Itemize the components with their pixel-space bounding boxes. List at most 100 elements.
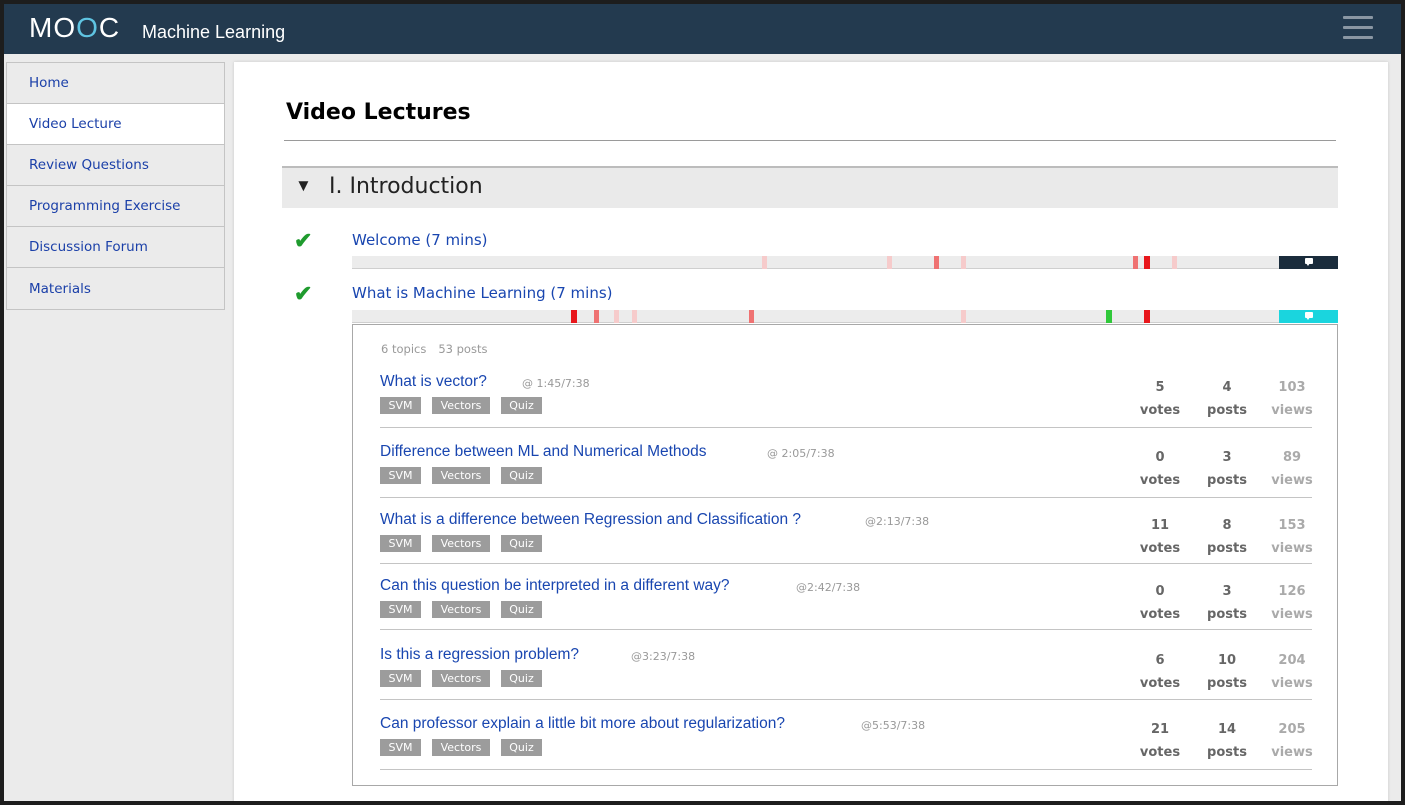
page-title: Video Lectures [286,100,471,125]
forum-stats: 6 topics 53 posts [381,342,499,356]
topic-row: Difference between ML and Numerical Meth… [380,443,1313,498]
app-window: MOOC Machine Learning Home Video Lecture… [4,4,1401,801]
votes-stat: 0 votes [1139,584,1181,622]
logo-letter-m: M [29,12,54,43]
tag-list: SVM Vectors Quiz [380,535,553,552]
tag-quiz[interactable]: Quiz [501,601,542,618]
logo-letter-c: C [98,12,121,43]
timeline-marker[interactable] [1144,310,1150,323]
sidebar-item-programming-exercise[interactable]: Programming Exercise [7,186,224,227]
lecture-link-what-is-ml[interactable]: What is Machine Learning (7 mins) [352,284,613,302]
tag-quiz[interactable]: Quiz [501,467,542,484]
topic-title[interactable]: What is a difference between Regression … [380,511,801,529]
timeline-marker[interactable] [1106,310,1112,323]
topic-timestamp: @5:53/7:38 [861,719,926,732]
posts-stat: 14 posts [1207,722,1247,760]
tag-vectors[interactable]: Vectors [432,670,490,687]
votes-stat: 5 votes [1139,380,1181,418]
tag-svm[interactable]: SVM [380,601,421,618]
sidebar-item-home[interactable]: Home [7,63,224,104]
timeline-marker[interactable] [1144,256,1150,269]
mooc-logo[interactable]: MOOC [29,12,120,44]
topics-count: 6 topics [381,342,427,356]
posts-stat: 3 posts [1207,584,1247,622]
posts-stat: 3 posts [1207,450,1247,488]
main-content: Video Lectures ▼ I. Introduction ✔ Welco… [234,62,1388,801]
tag-vectors[interactable]: Vectors [432,467,490,484]
section-header[interactable]: ▼ I. Introduction [282,166,1338,208]
topic-row: Can this question be interpreted in a di… [380,577,1313,630]
logo-letter-o1: O [53,12,77,43]
timeline-marker[interactable] [934,256,939,269]
tag-vectors[interactable]: Vectors [432,397,490,414]
lecture-link-welcome[interactable]: Welcome (7 mins) [352,231,488,249]
lecture-timeline[interactable] [352,256,1338,269]
posts-stat: 10 posts [1207,653,1247,691]
topic-row: Is this a regression problem? @3:23/7:38… [380,646,1313,700]
timeline-marker[interactable] [1133,256,1138,269]
timeline-marker[interactable] [571,310,577,323]
sidebar-item-discussion-forum[interactable]: Discussion Forum [7,227,224,268]
topic-timestamp: @2:42/7:38 [796,581,861,594]
topic-title[interactable]: Is this a regression problem? [380,646,579,664]
tag-svm[interactable]: SVM [380,670,421,687]
checkmark-icon: ✔ [294,228,313,253]
posts-count: 53 posts [438,342,488,356]
tag-quiz[interactable]: Quiz [501,739,542,756]
section-title: I. Introduction [329,174,483,199]
posts-stat: 8 posts [1207,518,1247,556]
timeline-marker[interactable] [632,310,637,323]
tag-quiz[interactable]: Quiz [501,670,542,687]
timeline-marker[interactable] [594,310,599,323]
lecture-timeline[interactable] [352,310,1338,323]
topic-row: Can professor explain a little bit more … [380,715,1313,770]
sidebar-item-review-questions[interactable]: Review Questions [7,145,224,186]
tag-quiz[interactable]: Quiz [501,397,542,414]
topic-title[interactable]: Can this question be interpreted in a di… [380,577,730,595]
sidebar-item-materials[interactable]: Materials [7,268,224,309]
timeline-marker[interactable] [961,310,966,323]
tag-vectors[interactable]: Vectors [432,601,490,618]
views-stat: 103 views [1271,380,1313,418]
comment-bubble-icon [1305,258,1313,266]
views-stat: 204 views [1271,653,1313,691]
topic-timestamp: @ 1:45/7:38 [522,377,590,390]
votes-stat: 0 votes [1139,450,1181,488]
timeline-marker[interactable] [762,256,767,269]
votes-stat: 6 votes [1139,653,1181,691]
tag-list: SVM Vectors Quiz [380,467,553,484]
title-divider [284,140,1336,141]
tag-svm[interactable]: SVM [380,467,421,484]
hamburger-menu-icon[interactable] [1343,16,1373,40]
votes-stat: 21 votes [1139,722,1181,760]
tag-list: SVM Vectors Quiz [380,397,553,414]
tag-quiz[interactable]: Quiz [501,535,542,552]
timeline-marker[interactable] [1172,256,1177,269]
topic-timestamp: @3:23/7:38 [631,650,696,663]
topic-row: What is vector? @ 1:45/7:38 SVM Vectors … [380,373,1313,428]
comment-toggle-button[interactable] [1279,256,1338,269]
timeline-marker[interactable] [961,256,966,269]
timeline-marker[interactable] [614,310,619,323]
tag-list: SVM Vectors Quiz [380,739,553,756]
topic-timestamp: @ 2:05/7:38 [767,447,835,460]
tag-list: SVM Vectors Quiz [380,601,553,618]
triangle-down-icon[interactable]: ▼ [295,176,312,196]
tag-svm[interactable]: SVM [380,535,421,552]
topic-title[interactable]: Can professor explain a little bit more … [380,715,785,733]
views-stat: 126 views [1271,584,1313,622]
tag-vectors[interactable]: Vectors [432,535,490,552]
tag-vectors[interactable]: Vectors [432,739,490,756]
views-stat: 205 views [1271,722,1313,760]
topic-title[interactable]: What is vector? [380,373,487,391]
discussion-panel: 6 topics 53 posts What is vector? @ 1:45/… [352,324,1338,786]
tag-svm[interactable]: SVM [380,397,421,414]
sidebar-item-video-lecture[interactable]: Video Lecture [7,104,224,145]
timeline-marker[interactable] [887,256,892,269]
timeline-marker[interactable] [749,310,754,323]
tag-svm[interactable]: SVM [380,739,421,756]
comment-toggle-button[interactable] [1279,310,1338,323]
votes-stat: 11 votes [1139,518,1181,556]
topic-title[interactable]: Difference between ML and Numerical Meth… [380,443,707,461]
top-bar: MOOC Machine Learning [4,4,1401,54]
